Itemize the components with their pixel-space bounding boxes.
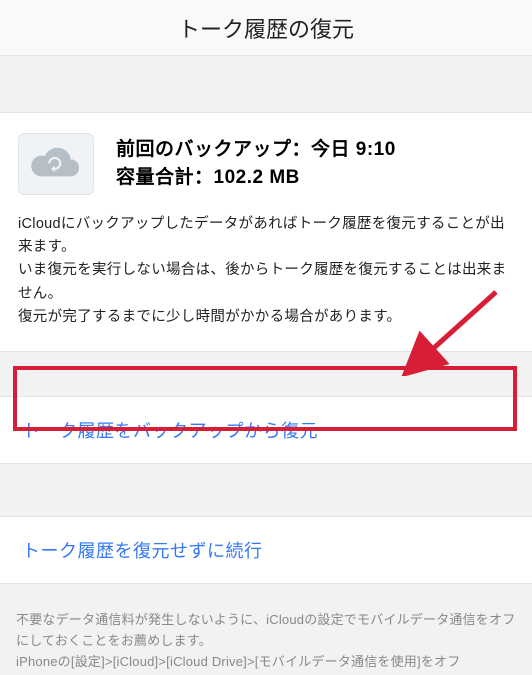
restore-from-backup-button[interactable]: トーク履歴をバックアップから復元	[0, 396, 532, 464]
desc-line-2: いま復元を実行しない場合は、後からトーク履歴を復元することは出来ません。	[18, 259, 514, 305]
footnote-line-1: 不要なデータ通信料が発生しないように、iCloudの設定でモバイルデータ通信をオ…	[16, 610, 516, 652]
backup-summary: 前回のバックアップ：今日 9:10 容量合計：102.2 MB	[116, 136, 396, 191]
desc-line-3: 復元が完了するまでに少し時間がかかる場合があります。	[18, 306, 514, 329]
footnote-text: 不要なデータ通信料が発生しないように、iCloudの設定でモバイルデータ通信をオ…	[0, 602, 532, 672]
restore-label: トーク履歴をバックアップから復元	[22, 421, 318, 441]
size-line: 容量合計：102.2 MB	[116, 164, 396, 192]
continue-without-restore-button[interactable]: トーク履歴を復元せずに続行	[0, 516, 532, 584]
desc-line-1: iCloudにバックアップしたデータがあればトーク履歴を復元することが出来ます。	[18, 213, 514, 259]
section-gap	[0, 56, 532, 112]
section-gap	[0, 352, 532, 396]
skip-label: トーク履歴を復元せずに続行	[22, 541, 263, 561]
page-title: トーク履歴の復元	[178, 12, 354, 44]
section-gap	[0, 584, 532, 602]
cloud-refresh-icon	[18, 133, 94, 195]
section-gap	[0, 464, 532, 516]
backup-info-top: 前回のバックアップ：今日 9:10 容量合計：102.2 MB	[18, 133, 514, 195]
last-backup-line: 前回のバックアップ：今日 9:10	[116, 136, 396, 164]
backup-description: iCloudにバックアップしたデータがあればトーク履歴を復元することが出来ます。…	[18, 213, 514, 329]
page-header: トーク履歴の復元	[0, 0, 532, 56]
backup-info-card: 前回のバックアップ：今日 9:10 容量合計：102.2 MB iCloudにバ…	[0, 112, 532, 352]
footnote-line-2: iPhoneの[設定]>[iCloud]>[iCloud Drive]>[モバイ…	[16, 652, 516, 673]
